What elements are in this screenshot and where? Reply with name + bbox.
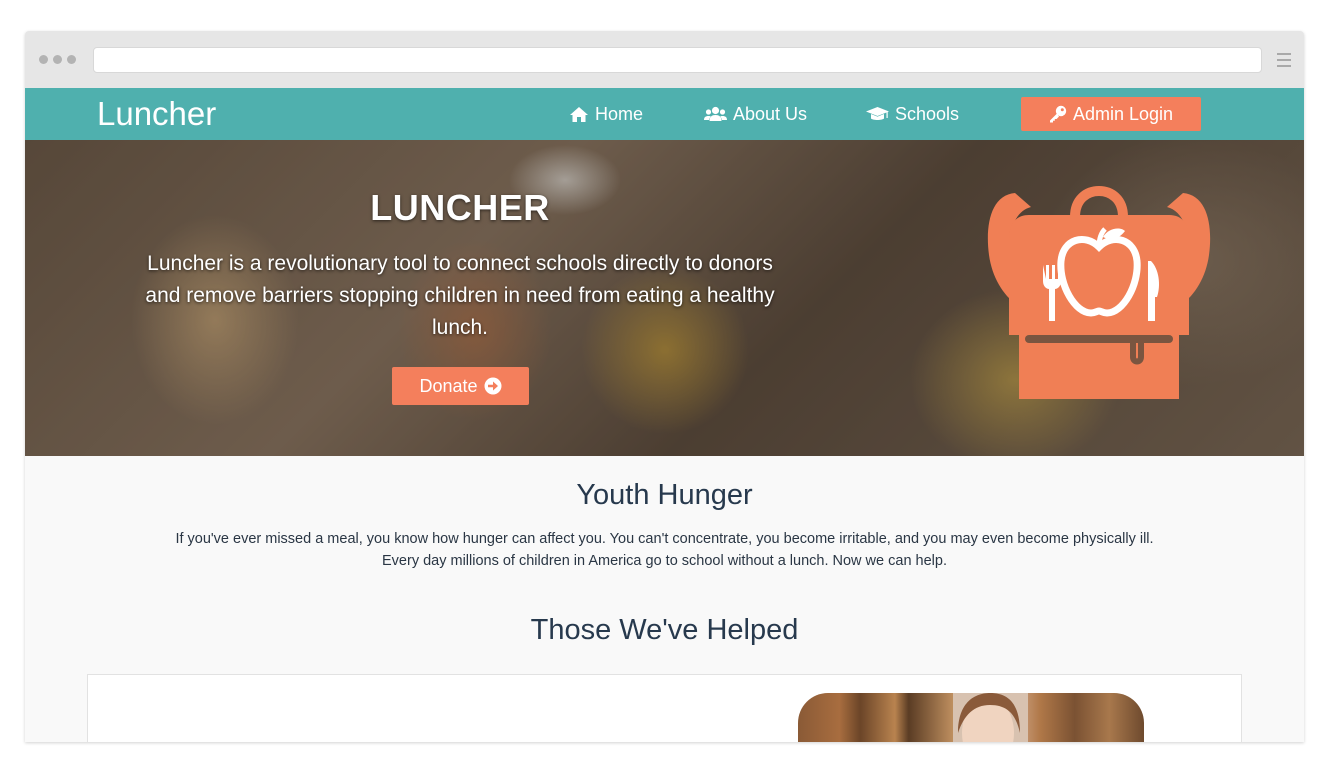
nav-home[interactable]: Home [569,102,643,126]
navbar: Luncher Home About Us Schools Admin Logi… [25,88,1304,140]
arrow-circle-right-icon [484,377,502,395]
address-bar[interactable] [93,47,1262,73]
backpack-apple-utensils-icon [987,185,1211,399]
youth-hunger-title: Youth Hunger [576,479,753,511]
nav-schools[interactable]: Schools [866,102,959,126]
hero-description: Luncher is a revolutionary tool to conne… [145,252,775,339]
donate-label: Donate [419,375,478,396]
key-icon [1049,105,1067,123]
youth-hunger-text-1: If you've ever missed a meal, you know h… [175,531,1154,547]
window-controls [39,55,76,64]
person-photo [953,693,1028,742]
users-icon [704,106,727,121]
those-helped-title: Those We've Helped [530,614,799,646]
donate-button[interactable]: Donate [392,367,529,405]
nav-about-us-label: About Us [733,103,808,124]
hero-title: LUNCHER [370,187,550,228]
nav-schools-label: Schools [895,103,960,124]
browser-window: Luncher Home About Us Schools Admin Logi… [25,31,1304,742]
graduation-cap-icon [866,107,889,120]
hero-banner: LUNCHER Luncher is a revolutionary tool … [25,140,1304,456]
window-dot [67,55,76,64]
testimonial-photo [798,693,1144,742]
nav-home-label: Home [595,103,644,124]
window-dot [53,55,62,64]
home-icon [570,106,588,122]
window-dot [39,55,48,64]
youth-hunger-text-2: Every day millions of children in Americ… [382,553,947,569]
admin-login-label: Admin Login [1072,103,1174,124]
admin-login-button[interactable]: Admin Login [1021,97,1201,131]
nav-about-us[interactable]: About Us [704,102,807,126]
hamburger-menu-icon[interactable] [1277,53,1291,67]
brand-logo[interactable]: Luncher [97,95,216,133]
browser-chrome [25,31,1304,88]
